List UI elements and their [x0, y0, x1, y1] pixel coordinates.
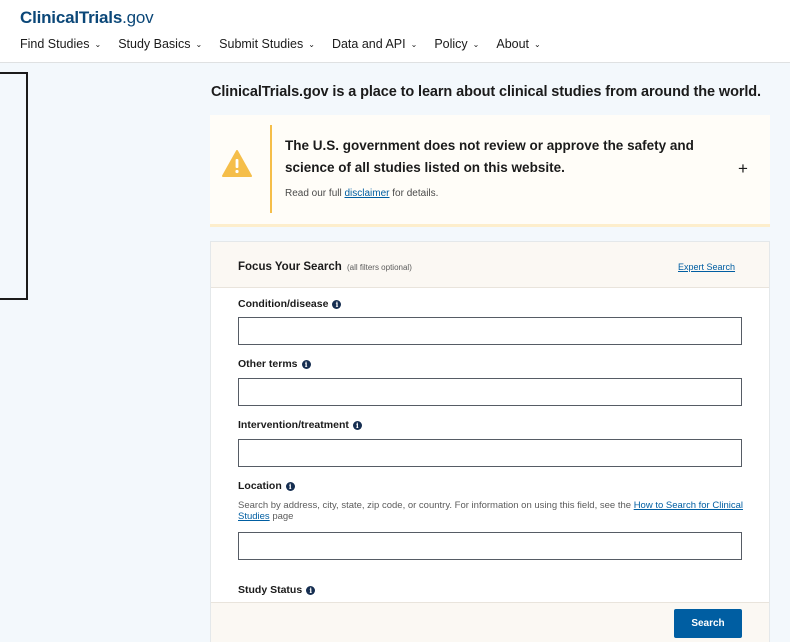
info-icon[interactable]: i — [332, 299, 342, 309]
warning-icon — [222, 150, 252, 177]
search-form-header: Focus Your Search (all filters optional)… — [211, 242, 769, 288]
intervention-label: Intervention/treatment i — [238, 419, 362, 431]
disclaimer-alert: The U.S. government does not review or a… — [210, 115, 770, 227]
info-icon[interactable]: i — [352, 420, 362, 430]
search-form-footer: Search — [211, 602, 769, 642]
chevron-down-icon: ⌄ — [308, 39, 315, 49]
nav-data-api[interactable]: Data and API ⌄ — [332, 37, 417, 51]
condition-label: Condition/disease i — [238, 298, 342, 310]
page-headline: ClinicalTrials.gov is a place to learn a… — [211, 84, 761, 100]
optional-note: (all filters optional) — [346, 263, 412, 272]
main-nav: Find Studies ⌄ Study Basics ⌄ Submit Studi… — [20, 37, 558, 51]
nav-submit-studies[interactable]: Submit Studies ⌄ — [219, 37, 315, 51]
chevron-down-icon: ⌄ — [472, 39, 480, 49]
alert-title: The U.S. government does not review or a… — [285, 138, 694, 175]
chevron-down-icon: ⌄ — [410, 39, 418, 49]
chevron-down-icon: ⌄ — [534, 39, 541, 49]
study-status-label: Study Status i — [238, 584, 316, 596]
search-button[interactable]: Search — [674, 609, 742, 638]
location-hint: Search by address, city, state, zip code… — [238, 500, 743, 522]
chevron-down-icon: ⌄ — [94, 39, 102, 49]
condition-input[interactable] — [238, 317, 742, 345]
nav-study-basics[interactable]: Study Basics ⌄ — [118, 37, 202, 51]
info-icon[interactable]: i — [301, 359, 311, 369]
search-form-title: Focus Your Search (all filters optional) — [238, 261, 412, 273]
site-logo[interactable]: ClinicalTrials.gov — [20, 8, 154, 28]
location-label: Location i — [238, 480, 295, 492]
disclaimer-link[interactable]: disclaimer — [344, 188, 389, 199]
nav-about[interactable]: About ⌄ — [496, 37, 540, 51]
info-icon[interactable]: i — [285, 481, 295, 491]
nav-find-studies[interactable]: Find Studies ⌄ — [20, 37, 101, 51]
expand-alert-button[interactable]: + — [738, 159, 748, 179]
intervention-input[interactable] — [238, 439, 742, 467]
alert-divider — [270, 125, 272, 213]
sidebar-panel — [0, 72, 28, 300]
info-icon[interactable]: i — [306, 585, 316, 595]
other-terms-label: Other terms i — [238, 358, 311, 370]
search-form-card: Focus Your Search (all filters optional)… — [210, 241, 770, 642]
expert-search-link[interactable]: Expert Search — [678, 262, 735, 272]
alert-text: Read our full disclaimer for details. — [285, 188, 439, 199]
chevron-down-icon: ⌄ — [195, 39, 203, 49]
nav-divider — [0, 62, 790, 63]
nav-policy[interactable]: Policy ⌄ — [434, 37, 479, 51]
location-input[interactable] — [238, 532, 742, 560]
other-terms-input[interactable] — [238, 378, 742, 406]
